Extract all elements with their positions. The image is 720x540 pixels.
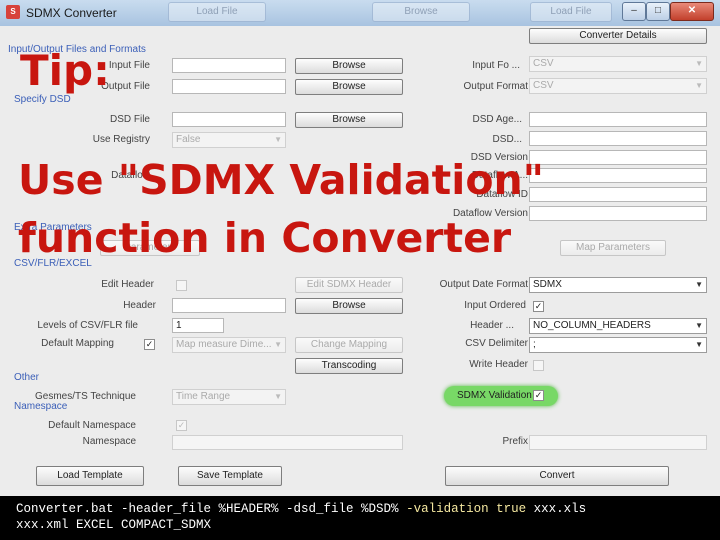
output-format-combo[interactable]: CSV ▼	[529, 78, 707, 94]
dsd-agency-field[interactable]	[529, 112, 707, 127]
load-template-button[interactable]: Load Template	[36, 466, 144, 486]
command-prefix: Converter.bat -header_file %HEADER% -dsd…	[16, 502, 407, 516]
output-date-format-combo[interactable]: SDMX ▼	[529, 277, 707, 293]
output-date-format-label: Output Date Format	[439, 279, 528, 290]
background-window-tab: Load File	[530, 2, 612, 22]
convert-button[interactable]: Convert	[445, 466, 669, 486]
dsd-agency-label: DSD Age...	[472, 114, 522, 125]
background-window-tab: Load File	[168, 2, 266, 22]
section-namespace-title: Namespace	[14, 401, 68, 412]
tip-line-2: function in Converter	[18, 214, 512, 262]
input-file-field[interactable]	[172, 58, 286, 73]
output-date-format-value: SDMX	[533, 279, 562, 290]
dsd-version-field[interactable]	[529, 150, 707, 165]
edit-header-checkbox[interactable]	[176, 280, 187, 291]
sdmx-validation-checkbox[interactable]: ✓	[533, 390, 544, 401]
sdmx-app-icon: S	[6, 5, 20, 19]
chevron-down-icon: ▼	[695, 280, 703, 289]
dsd-id-label: DSD...	[492, 134, 522, 145]
sdmx-validation-label: SDMX Validation	[457, 390, 532, 401]
prefix-field[interactable]	[529, 435, 707, 450]
change-mapping-button[interactable]: Change Mapping	[295, 337, 403, 353]
chevron-down-icon: ▼	[274, 135, 282, 144]
command-line-2: xxx.xml EXCEL COMPACT_SDMX	[16, 518, 212, 532]
chevron-down-icon: ▼	[274, 392, 282, 401]
header-row-label: Header ...	[470, 320, 514, 331]
output-format-value: CSV	[533, 80, 554, 91]
header-file-field[interactable]	[172, 298, 286, 313]
default-mapping-checkbox[interactable]: ✓	[144, 339, 155, 350]
levels-label: Levels of CSV/FLR file	[37, 320, 138, 331]
write-header-checkbox[interactable]	[533, 360, 544, 371]
header-row-value: NO_COLUMN_HEADERS	[533, 320, 651, 331]
dsd-browse-button[interactable]: Browse	[295, 112, 403, 128]
gesmes-value: Time Range	[176, 391, 231, 402]
tip-line-1: Use "SDMX Validation"	[18, 156, 545, 204]
section-other-title: Other	[14, 372, 40, 383]
header-browse-button[interactable]: Browse	[295, 298, 403, 314]
header-row-combo[interactable]: NO_COLUMN_HEADERS ▼	[529, 318, 707, 334]
window-titlebar: Load File Browse Load File S SDMX Conver…	[0, 0, 720, 27]
dataflow-id-field[interactable]	[529, 187, 707, 202]
input-format-value: CSV	[533, 58, 554, 69]
edit-sdmx-header-button[interactable]: Edit SDMX Header	[295, 277, 403, 293]
chevron-down-icon: ▼	[274, 340, 282, 349]
gesmes-combo[interactable]: Time Range ▼	[172, 389, 286, 405]
prefix-label: Prefix	[502, 436, 528, 447]
save-template-button[interactable]: Save Template	[178, 466, 282, 486]
output-file-field[interactable]	[172, 79, 286, 94]
dsd-file-field[interactable]	[172, 112, 286, 127]
default-namespace-label: Default Namespace	[48, 420, 136, 431]
validation-flag: -validation true	[406, 502, 527, 516]
input-format-label: Input Fo ...	[472, 60, 520, 71]
tip-heading: Tip:	[20, 46, 110, 95]
dataflow-agency-field[interactable]	[529, 168, 707, 183]
write-header-label: Write Header	[469, 359, 528, 370]
transcoding-button[interactable]: Transcoding	[295, 358, 403, 374]
maximize-button[interactable]: □	[646, 2, 670, 21]
csv-delimiter-combo[interactable]: ; ▼	[529, 337, 707, 353]
window-title: SDMX Converter	[26, 6, 117, 20]
namespace-field[interactable]	[172, 435, 403, 450]
close-button[interactable]: ✕	[670, 2, 714, 21]
output-format-label: Output Format	[463, 81, 528, 92]
input-ordered-label: Input Ordered	[464, 300, 526, 311]
edit-header-label: Edit Header	[101, 279, 154, 290]
input-browse-button[interactable]: Browse	[295, 58, 403, 74]
converter-details-button[interactable]: Converter Details	[529, 28, 707, 44]
default-namespace-checkbox[interactable]: ✓	[176, 420, 187, 431]
chevron-down-icon: ▼	[695, 81, 703, 90]
mapping-combo-value: Map measure Dime...	[176, 339, 272, 350]
dsd-id-field[interactable]	[529, 131, 707, 146]
chevron-down-icon: ▼	[695, 321, 703, 330]
use-registry-value: False	[176, 134, 201, 145]
dsd-file-label: DSD File	[109, 114, 150, 125]
csv-delimiter-value: ;	[533, 339, 536, 350]
minimize-button[interactable]: –	[622, 2, 646, 21]
chevron-down-icon: ▼	[695, 59, 703, 68]
map-parameters-button[interactable]: Map Parameters	[560, 240, 666, 256]
output-browse-button[interactable]: Browse	[295, 79, 403, 95]
command-line-bar: Converter.bat -header_file %HEADER% -dsd…	[0, 496, 720, 540]
mapping-combo[interactable]: Map measure Dime... ▼	[172, 337, 286, 353]
use-registry-label: Use Registry	[92, 134, 150, 145]
section-dsd-title: Specify DSD	[14, 94, 71, 105]
levels-field[interactable]: 1	[172, 318, 224, 333]
header-label: Header	[123, 300, 156, 311]
background-window-tab: Browse	[372, 2, 470, 22]
chevron-down-icon: ▼	[695, 340, 703, 349]
dataflow-version-field[interactable]	[529, 206, 707, 221]
namespace-label: Namespace	[82, 436, 136, 447]
command-suffix: xxx.xls	[526, 502, 587, 516]
csv-delimiter-label: CSV Delimiter	[465, 338, 528, 349]
input-ordered-checkbox[interactable]: ✓	[533, 301, 544, 312]
command-line-1: Converter.bat -header_file %HEADER% -dsd…	[16, 501, 586, 517]
default-mapping-label: Default Mapping	[41, 338, 114, 349]
use-registry-combo[interactable]: False ▼	[172, 132, 286, 148]
input-format-combo[interactable]: CSV ▼	[529, 56, 707, 72]
